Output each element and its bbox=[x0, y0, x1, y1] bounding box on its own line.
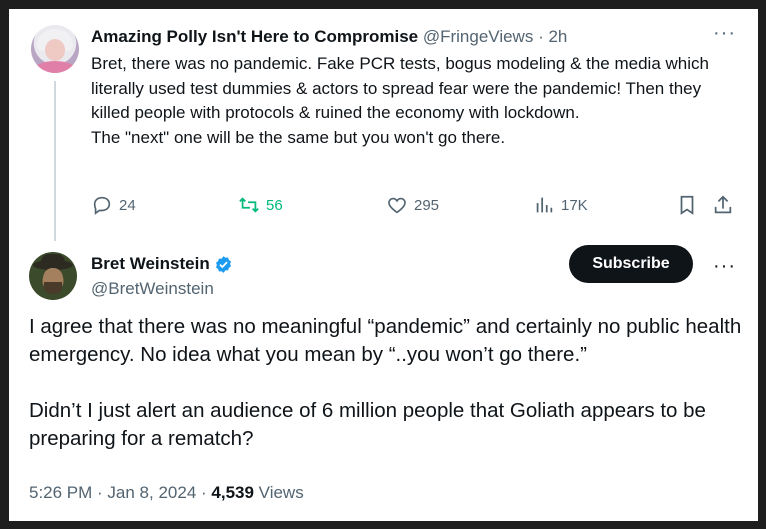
tweet-metadata: 5:26 PM · Jan 8, 2024 · 4,539 Views bbox=[29, 483, 304, 503]
author-handle[interactable]: @BretWeinstein bbox=[91, 279, 214, 299]
views-count: 4,539 bbox=[211, 483, 254, 502]
action-bar: 24 56 295 17K bbox=[91, 192, 739, 218]
tweet-header: Amazing Polly Isn't Here to Compromise @… bbox=[91, 26, 698, 48]
views-count: 17K bbox=[561, 196, 588, 214]
heart-icon bbox=[388, 197, 406, 214]
analytics-icon bbox=[536, 197, 553, 213]
like-count: 295 bbox=[414, 196, 440, 214]
more-options-icon[interactable]: ··· bbox=[713, 255, 736, 278]
avatar[interactable] bbox=[29, 252, 77, 300]
tweet-time[interactable]: 2h bbox=[548, 27, 567, 46]
reply-icon bbox=[93, 196, 111, 215]
avatar-beard bbox=[44, 282, 62, 294]
repost-button[interactable]: 56 bbox=[238, 192, 283, 218]
tweet-timestamp[interactable]: 5:26 PM · Jan 8, 2024 · bbox=[29, 483, 211, 502]
more-options-icon[interactable]: ··· bbox=[713, 22, 736, 45]
repost-count: 56 bbox=[266, 196, 283, 214]
bookmark-button[interactable] bbox=[676, 192, 704, 218]
tweet-paragraph: Didn’t I just alert an audience of 6 mil… bbox=[29, 399, 706, 450]
like-button[interactable]: 295 bbox=[386, 192, 439, 218]
tweet-text: Bret, there was no pandemic. Fake PCR te… bbox=[91, 54, 709, 147]
views-label: Views bbox=[253, 483, 304, 502]
reply-count: 24 bbox=[119, 196, 136, 214]
share-button[interactable] bbox=[712, 192, 740, 218]
bookmark-icon bbox=[680, 195, 694, 215]
author-handle[interactable]: @FringeViews bbox=[423, 27, 533, 46]
subscribe-button[interactable]: Subscribe bbox=[569, 245, 693, 283]
share-icon bbox=[714, 195, 732, 214]
tweet-text: I agree that there was no meaningful “pa… bbox=[29, 313, 744, 481]
author-name-row[interactable]: Bret Weinstein bbox=[91, 254, 233, 274]
reply-button[interactable]: 24 bbox=[91, 192, 136, 218]
thread-connector-line bbox=[54, 81, 56, 241]
avatar-face bbox=[45, 39, 65, 61]
avatar-shirt bbox=[33, 61, 77, 73]
views-button[interactable]: 17K bbox=[533, 192, 588, 218]
repost-icon bbox=[239, 197, 259, 213]
author-name[interactable]: Bret Weinstein bbox=[91, 254, 210, 274]
tweet-paragraph: I agree that there was no meaningful “pa… bbox=[29, 315, 742, 366]
author-name[interactable]: Amazing Polly Isn't Here to Compromise bbox=[91, 27, 418, 46]
verified-badge-icon bbox=[215, 255, 231, 273]
separator: · bbox=[538, 27, 544, 46]
screenshot-frame: Amazing Polly Isn't Here to Compromise @… bbox=[9, 9, 758, 521]
parent-tweet[interactable]: Amazing Polly Isn't Here to Compromise @… bbox=[9, 9, 758, 241]
avatar[interactable] bbox=[31, 25, 79, 73]
